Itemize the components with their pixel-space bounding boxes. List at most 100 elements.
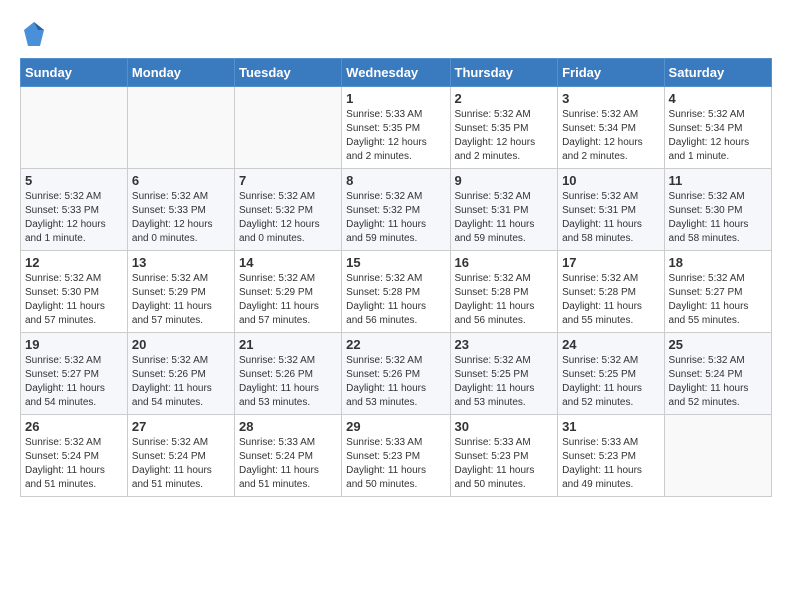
day-info: Sunrise: 5:32 AM Sunset: 5:31 PM Dayligh… xyxy=(455,190,554,246)
calendar-cell: 27Sunrise: 5:32 AM Sunset: 5:24 PM Dayli… xyxy=(127,415,234,497)
day-number: 23 xyxy=(455,337,554,352)
day-number: 29 xyxy=(346,419,445,434)
day-number: 31 xyxy=(562,419,659,434)
calendar-cell: 2 Sunrise: 5:32 AM Sunset: 5:35 PM Daylig… xyxy=(450,87,558,169)
calendar-cell: 10 Sunrise: 5:32 AM Sunset: 5:31 PM Dayli… xyxy=(558,169,664,251)
day-info: Sunrise: 5:32 AM Sunset: 5:30 PM Dayligh… xyxy=(669,190,767,246)
calendar-cell: 1Sunrise: 5:33 AM Sunset: 5:35 PM Daylig… xyxy=(342,87,450,169)
calendar-cell xyxy=(21,87,128,169)
calendar-cell: 6 Sunrise: 5:32 AM Sunset: 5:33 PM Daylig… xyxy=(127,169,234,251)
day-info: Sunrise: 5:32 AM Sunset: 5:28 PM Dayligh… xyxy=(562,272,659,328)
day-info: Sunrise: 5:32 AM Sunset: 5:24 PM Dayligh… xyxy=(25,436,123,492)
day-info: Sunrise: 5:32 AM Sunset: 5:32 PM Dayligh… xyxy=(239,190,337,246)
day-number: 17 xyxy=(562,255,659,270)
calendar-cell: 30 Sunrise: 5:33 AM Sunset: 5:23 PM Dayli… xyxy=(450,415,558,497)
day-info: Sunrise: 5:32 AM Sunset: 5:29 PM Dayligh… xyxy=(132,272,230,328)
column-header-friday: Friday xyxy=(558,59,664,87)
day-number: 10 xyxy=(562,173,659,188)
day-number: 2 xyxy=(455,91,554,106)
week-row-5: 26 Sunrise: 5:32 AM Sunset: 5:24 PM Dayli… xyxy=(21,415,772,497)
column-header-sunday: Sunday xyxy=(21,59,128,87)
day-info: Sunrise: 5:32 AM Sunset: 5:34 PM Dayligh… xyxy=(669,108,767,164)
calendar-cell: 18Sunrise: 5:32 AM Sunset: 5:27 PM Dayli… xyxy=(664,251,771,333)
week-row-3: 12 Sunrise: 5:32 AM Sunset: 5:30 PM Dayli… xyxy=(21,251,772,333)
day-info: Sunrise: 5:32 AM Sunset: 5:27 PM Dayligh… xyxy=(669,272,767,328)
day-info: Sunrise: 5:32 AM Sunset: 5:24 PM Dayligh… xyxy=(669,354,767,410)
day-info: Sunrise: 5:33 AM Sunset: 5:23 PM Dayligh… xyxy=(455,436,554,492)
column-header-monday: Monday xyxy=(127,59,234,87)
week-row-2: 5 Sunrise: 5:32 AM Sunset: 5:33 PM Daylig… xyxy=(21,169,772,251)
calendar-cell: 28 Sunrise: 5:33 AM Sunset: 5:24 PM Dayli… xyxy=(234,415,341,497)
day-info: Sunrise: 5:32 AM Sunset: 5:26 PM Dayligh… xyxy=(132,354,230,410)
calendar-cell: 29Sunrise: 5:33 AM Sunset: 5:23 PM Dayli… xyxy=(342,415,450,497)
calendar: SundayMondayTuesdayWednesdayThursdayFrid… xyxy=(20,58,772,497)
calendar-header-row: SundayMondayTuesdayWednesdayThursdayFrid… xyxy=(21,59,772,87)
column-header-wednesday: Wednesday xyxy=(342,59,450,87)
logo-blue xyxy=(20,20,46,48)
day-number: 12 xyxy=(25,255,123,270)
day-number: 7 xyxy=(239,173,337,188)
header xyxy=(20,20,772,48)
day-info: Sunrise: 5:32 AM Sunset: 5:24 PM Dayligh… xyxy=(132,436,230,492)
day-number: 15 xyxy=(346,255,445,270)
calendar-cell: 31 Sunrise: 5:33 AM Sunset: 5:23 PM Dayli… xyxy=(558,415,664,497)
day-number: 6 xyxy=(132,173,230,188)
calendar-cell: 7 Sunrise: 5:32 AM Sunset: 5:32 PM Daylig… xyxy=(234,169,341,251)
day-info: Sunrise: 5:32 AM Sunset: 5:33 PM Dayligh… xyxy=(132,190,230,246)
day-number: 30 xyxy=(455,419,554,434)
calendar-cell: 11Sunrise: 5:32 AM Sunset: 5:30 PM Dayli… xyxy=(664,169,771,251)
calendar-cell: 14 Sunrise: 5:32 AM Sunset: 5:29 PM Dayli… xyxy=(234,251,341,333)
day-number: 28 xyxy=(239,419,337,434)
logo-text xyxy=(20,20,46,48)
calendar-cell xyxy=(234,87,341,169)
logo-icon xyxy=(22,20,46,48)
calendar-cell: 26 Sunrise: 5:32 AM Sunset: 5:24 PM Dayli… xyxy=(21,415,128,497)
day-number: 19 xyxy=(25,337,123,352)
day-info: Sunrise: 5:32 AM Sunset: 5:25 PM Dayligh… xyxy=(455,354,554,410)
calendar-cell: 20 Sunrise: 5:32 AM Sunset: 5:26 PM Dayli… xyxy=(127,333,234,415)
calendar-cell: 5Sunrise: 5:32 AM Sunset: 5:33 PM Daylig… xyxy=(21,169,128,251)
calendar-cell: 12 Sunrise: 5:32 AM Sunset: 5:30 PM Dayli… xyxy=(21,251,128,333)
calendar-cell: 15 Sunrise: 5:32 AM Sunset: 5:28 PM Dayli… xyxy=(342,251,450,333)
calendar-cell: 3 Sunrise: 5:32 AM Sunset: 5:34 PM Daylig… xyxy=(558,87,664,169)
day-number: 5 xyxy=(25,173,123,188)
day-number: 22 xyxy=(346,337,445,352)
calendar-cell xyxy=(664,415,771,497)
column-header-tuesday: Tuesday xyxy=(234,59,341,87)
day-info: Sunrise: 5:32 AM Sunset: 5:26 PM Dayligh… xyxy=(239,354,337,410)
day-info: Sunrise: 5:32 AM Sunset: 5:26 PM Dayligh… xyxy=(346,354,445,410)
calendar-cell: 17 Sunrise: 5:32 AM Sunset: 5:28 PM Dayli… xyxy=(558,251,664,333)
page: SundayMondayTuesdayWednesdayThursdayFrid… xyxy=(0,0,792,507)
day-number: 14 xyxy=(239,255,337,270)
day-info: Sunrise: 5:33 AM Sunset: 5:24 PM Dayligh… xyxy=(239,436,337,492)
day-number: 21 xyxy=(239,337,337,352)
day-number: 16 xyxy=(455,255,554,270)
calendar-cell: 22 Sunrise: 5:32 AM Sunset: 5:26 PM Dayli… xyxy=(342,333,450,415)
calendar-cell: 16Sunrise: 5:32 AM Sunset: 5:28 PM Dayli… xyxy=(450,251,558,333)
day-number: 13 xyxy=(132,255,230,270)
day-number: 20 xyxy=(132,337,230,352)
week-row-4: 19 Sunrise: 5:32 AM Sunset: 5:27 PM Dayli… xyxy=(21,333,772,415)
week-row-1: 1Sunrise: 5:33 AM Sunset: 5:35 PM Daylig… xyxy=(21,87,772,169)
calendar-cell: 9Sunrise: 5:32 AM Sunset: 5:31 PM Daylig… xyxy=(450,169,558,251)
day-number: 26 xyxy=(25,419,123,434)
day-number: 8 xyxy=(346,173,445,188)
day-info: Sunrise: 5:32 AM Sunset: 5:32 PM Dayligh… xyxy=(346,190,445,246)
day-info: Sunrise: 5:32 AM Sunset: 5:28 PM Dayligh… xyxy=(346,272,445,328)
day-number: 4 xyxy=(669,91,767,106)
day-info: Sunrise: 5:32 AM Sunset: 5:35 PM Dayligh… xyxy=(455,108,554,164)
day-info: Sunrise: 5:32 AM Sunset: 5:34 PM Dayligh… xyxy=(562,108,659,164)
calendar-cell: 4 Sunrise: 5:32 AM Sunset: 5:34 PM Daylig… xyxy=(664,87,771,169)
calendar-cell: 25Sunrise: 5:32 AM Sunset: 5:24 PM Dayli… xyxy=(664,333,771,415)
day-info: Sunrise: 5:32 AM Sunset: 5:29 PM Dayligh… xyxy=(239,272,337,328)
day-info: Sunrise: 5:32 AM Sunset: 5:31 PM Dayligh… xyxy=(562,190,659,246)
day-info: Sunrise: 5:33 AM Sunset: 5:23 PM Dayligh… xyxy=(562,436,659,492)
column-header-saturday: Saturday xyxy=(664,59,771,87)
day-number: 3 xyxy=(562,91,659,106)
day-info: Sunrise: 5:32 AM Sunset: 5:27 PM Dayligh… xyxy=(25,354,123,410)
logo xyxy=(20,20,46,48)
calendar-cell: 19 Sunrise: 5:32 AM Sunset: 5:27 PM Dayli… xyxy=(21,333,128,415)
day-info: Sunrise: 5:32 AM Sunset: 5:30 PM Dayligh… xyxy=(25,272,123,328)
calendar-cell: 24Sunrise: 5:32 AM Sunset: 5:25 PM Dayli… xyxy=(558,333,664,415)
calendar-cell: 8 Sunrise: 5:32 AM Sunset: 5:32 PM Daylig… xyxy=(342,169,450,251)
